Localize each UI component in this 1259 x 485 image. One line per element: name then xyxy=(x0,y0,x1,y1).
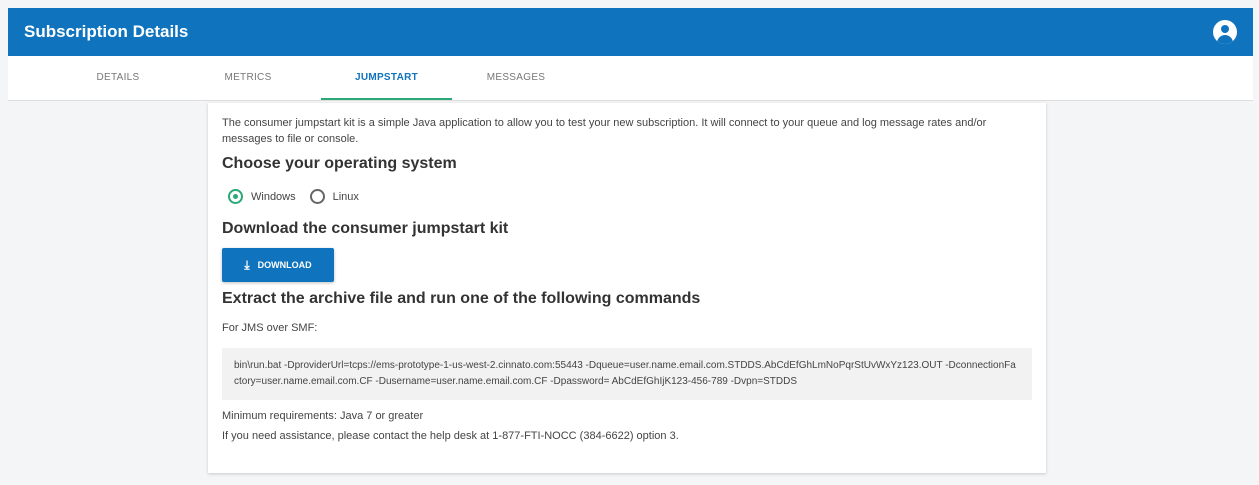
os-heading: Choose your operating system xyxy=(222,155,457,172)
page-title: Subscription Details xyxy=(24,22,189,41)
radio-unchecked-icon[interactable] xyxy=(309,189,325,204)
radio-linux[interactable]: Linux xyxy=(309,189,359,204)
download-icon: ⤓ xyxy=(244,258,250,272)
tab-metrics[interactable]: METRICS xyxy=(213,56,283,100)
tab-jumpstart[interactable]: JUMPSTART xyxy=(321,56,452,100)
app-header: Subscription Details xyxy=(8,8,1253,56)
download-heading: Download the consumer jumpstart kit xyxy=(222,220,509,237)
intro-text: The consumer jumpstart kit is a simple J… xyxy=(222,117,987,145)
tab-details[interactable]: DETAILS xyxy=(83,56,153,100)
radio-checked-icon[interactable] xyxy=(228,189,243,204)
extract-heading: Extract the archive file and run one of … xyxy=(222,290,701,307)
radio-windows[interactable]: Windows xyxy=(228,189,296,204)
radio-windows-label: Windows xyxy=(251,190,296,203)
download-button-label: DOWNLOAD xyxy=(257,260,312,270)
radio-linux-label: Linux xyxy=(332,190,359,203)
min-requirements: Minimum requirements: Java 7 or greater xyxy=(222,410,424,422)
os-radio-group: Windows Linux xyxy=(228,189,1032,204)
tab-bar: DETAILS METRICS JUMPSTART MESSAGES xyxy=(8,56,1253,101)
command-block[interactable]: bin\run.bat -DproviderUrl=tcps://ems-pro… xyxy=(222,348,1032,400)
jms-label: For JMS over SMF: xyxy=(222,322,318,334)
jumpstart-panel: The consumer jumpstart kit is a simple J… xyxy=(208,103,1046,473)
account-circle-icon[interactable] xyxy=(1213,20,1237,44)
help-text: If you need assistance, please contact t… xyxy=(222,430,679,442)
download-button[interactable]: ⤓ DOWNLOAD xyxy=(222,248,334,282)
tab-messages[interactable]: MESSAGES xyxy=(476,56,556,100)
